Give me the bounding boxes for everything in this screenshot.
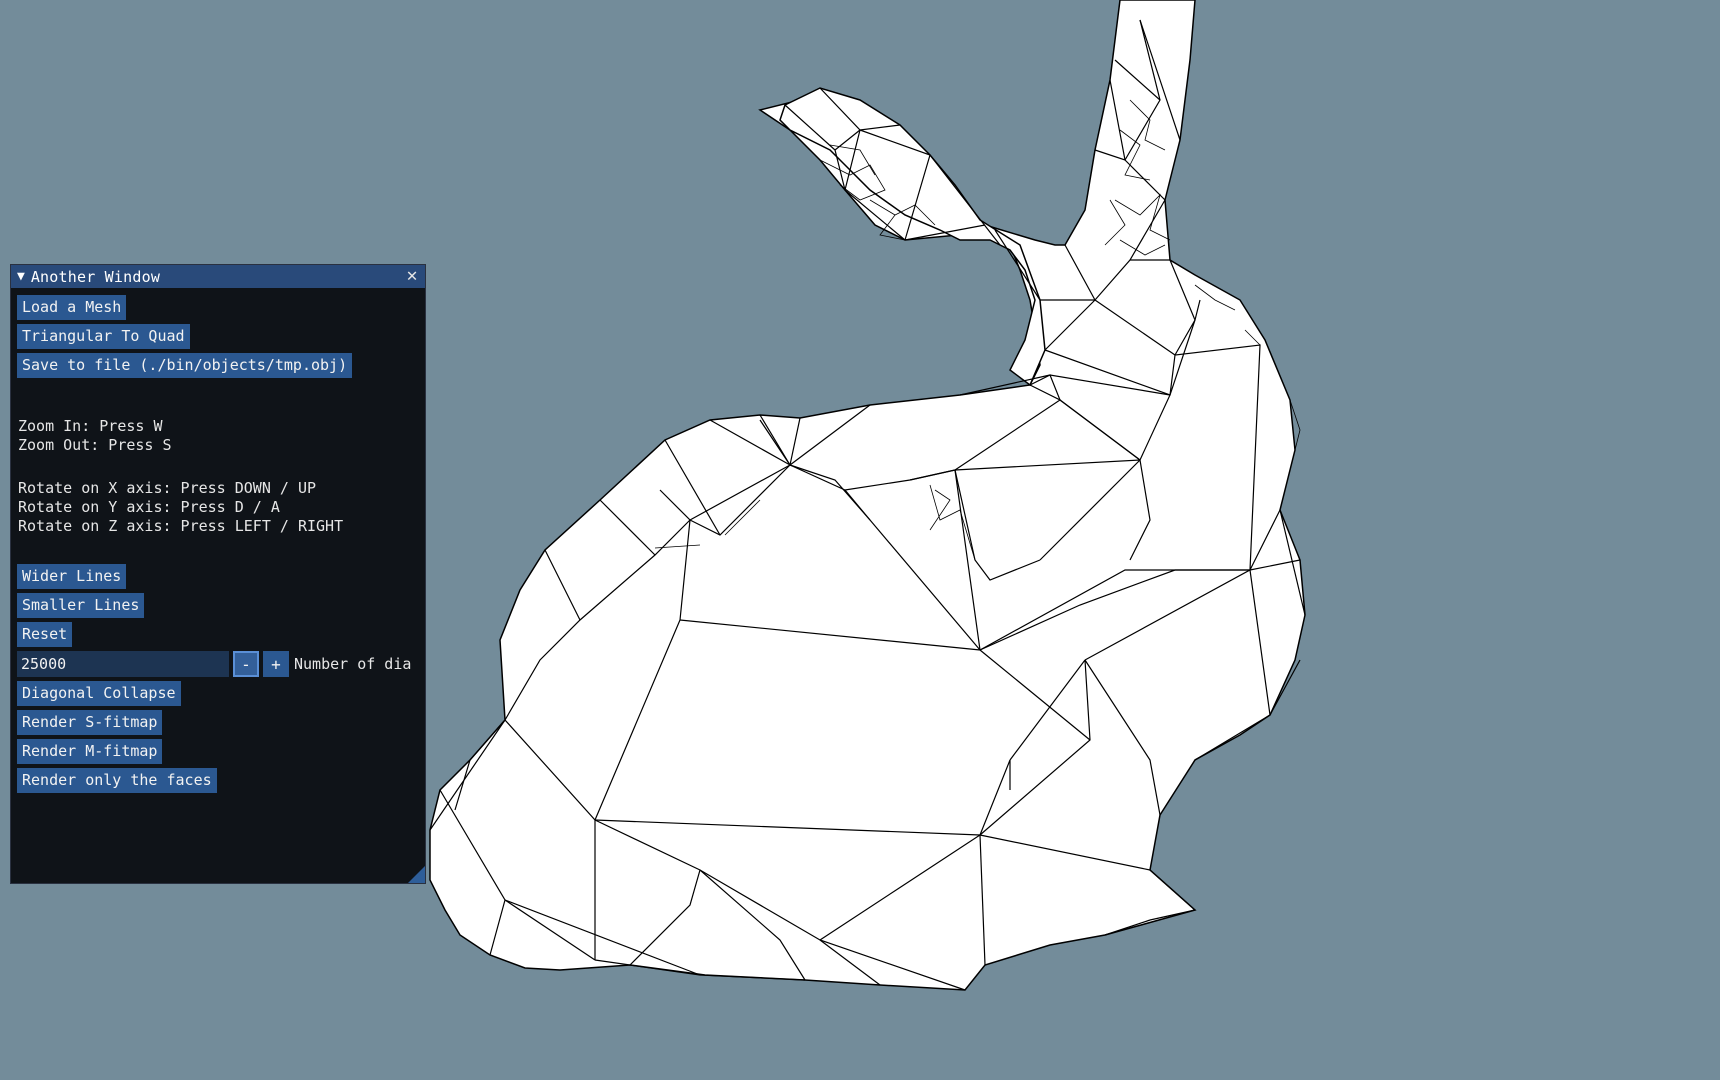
triangle-down-icon[interactable]: ▼ (17, 269, 25, 284)
render-m-fitmap-button[interactable]: Render M-fitmap (17, 739, 163, 764)
another-window-panel[interactable]: ▼ Another Window ✕ Load a Mesh Triangula… (10, 264, 426, 884)
diagonals-number-input[interactable] (17, 651, 229, 677)
smaller-lines-button[interactable]: Smaller Lines (17, 593, 145, 618)
triangular-to-quad-button[interactable]: Triangular To Quad (17, 324, 190, 349)
window-title: Another Window (30, 267, 161, 286)
diagonals-input-row: - + Number of dia (17, 651, 427, 677)
resize-grip-icon[interactable] (408, 866, 425, 883)
increment-button[interactable]: + (263, 651, 289, 677)
load-mesh-button[interactable]: Load a Mesh (17, 295, 127, 320)
diagonals-label: Number of dia (294, 655, 412, 673)
save-to-file-button[interactable]: Save to file (./bin/objects/tmp.obj) (17, 353, 353, 378)
window-title-bar[interactable]: ▼ Another Window ✕ (11, 265, 425, 288)
close-icon[interactable]: ✕ (403, 267, 421, 285)
rotate-z-hint: Rotate on Z axis: Press LEFT / RIGHT (18, 517, 344, 535)
render-only-faces-button[interactable]: Render only the faces (17, 768, 217, 793)
diagonal-collapse-button[interactable]: Diagonal Collapse (17, 681, 181, 706)
zoom-out-hint: Zoom Out: Press S (18, 436, 172, 454)
decrement-button[interactable]: - (233, 651, 259, 677)
zoom-in-hint: Zoom In: Press W (18, 417, 163, 435)
reset-button[interactable]: Reset (17, 622, 73, 647)
wider-lines-button[interactable]: Wider Lines (17, 564, 127, 589)
render-s-fitmap-button[interactable]: Render S-fitmap (17, 710, 163, 735)
rotate-x-hint: Rotate on X axis: Press DOWN / UP (18, 479, 317, 497)
rotate-y-hint: Rotate on Y axis: Press D / A (18, 498, 280, 516)
